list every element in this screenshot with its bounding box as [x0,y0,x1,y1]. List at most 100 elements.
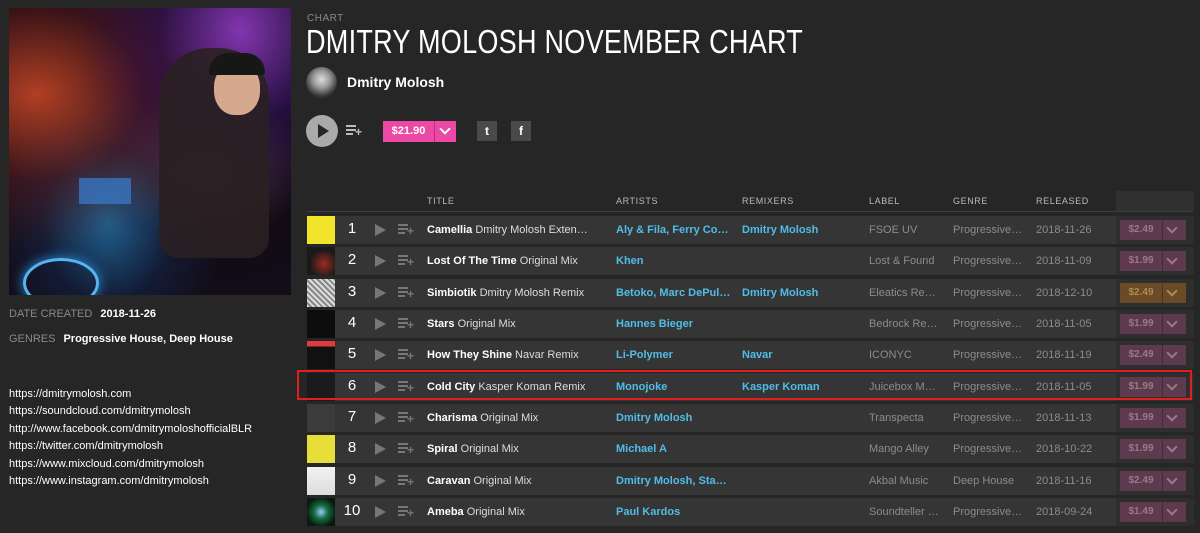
track-artwork[interactable] [307,310,335,338]
track-label[interactable]: Mango Alley [869,443,941,455]
chevron-down-icon[interactable] [1162,283,1186,303]
track-artists[interactable]: Dmitry Molosh, Sta… [616,475,731,487]
track-artwork[interactable] [307,247,335,275]
buy-track-button[interactable]: $1.99 [1120,251,1186,271]
track-genre[interactable]: Progressive … [953,287,1025,299]
link-mixcloud[interactable]: https://www.mixcloud.com/dmitrymolosh [9,456,252,473]
track-title-link[interactable]: Charisma Original Mix [427,412,612,424]
track-artists[interactable]: Betoko, Marc DePulse [616,287,731,299]
track-row[interactable]: 1 + Camellia Dmitry Molosh Exten… Aly & Fil… [307,216,1194,244]
play-icon[interactable] [375,287,386,299]
play-icon[interactable] [375,475,386,487]
track-title[interactable]: Stars [427,318,455,330]
track-label[interactable]: Eleatics Rec… [869,287,941,299]
add-to-queue-icon[interactable]: + [398,224,414,237]
add-to-queue-icon[interactable]: + [398,318,414,331]
track-title-link[interactable]: Caravan Original Mix [427,475,612,487]
track-title[interactable]: Cold City [427,381,475,393]
chevron-down-icon[interactable] [434,121,456,142]
track-label[interactable]: Transpecta [869,412,941,424]
buy-track-button[interactable]: $1.99 [1120,377,1186,397]
track-row[interactable]: 9 + Caravan Original Mix Dmitry Molosh, Sta… [307,467,1194,495]
facebook-icon[interactable]: f [511,121,531,141]
track-title-link[interactable]: Lost Of The Time Original Mix [427,255,612,267]
track-row[interactable]: 8 + Spiral Original Mix Michael A Mango Alle… [307,435,1194,463]
track-row[interactable]: 5 + How They Shine Navar Remix Li-Polymer Na… [307,341,1194,369]
col-label[interactable]: LABEL [869,196,900,206]
track-label[interactable]: ICONYC [869,349,941,361]
track-title-link[interactable]: Stars Original Mix [427,318,612,330]
buy-track-button[interactable]: $1.99 [1120,439,1186,459]
track-artists[interactable]: Michael A [616,443,731,455]
track-label[interactable]: Akbal Music [869,475,941,487]
play-icon[interactable] [375,412,386,424]
add-to-queue-icon[interactable]: + [398,381,414,394]
track-title[interactable]: Lost Of The Time [427,255,517,267]
track-genre[interactable]: Progressive … [953,255,1025,267]
track-genre[interactable]: Progressive … [953,443,1025,455]
track-row[interactable]: 10 + Ameba Original Mix Paul Kardos Soundtel… [307,498,1194,526]
track-label[interactable]: FSOE UV [869,224,941,236]
track-genre[interactable]: Progressive … [953,412,1025,424]
track-title-link[interactable]: How They Shine Navar Remix [427,349,612,361]
track-row[interactable]: 2 + Lost Of The Time Original Mix Khen Lost … [307,247,1194,275]
link-instagram[interactable]: https://www.instagram.com/dmitrymolosh [9,473,252,490]
play-icon[interactable] [375,381,386,393]
link-soundcloud[interactable]: https://soundcloud.com/dmitrymolosh [9,403,252,420]
track-artwork[interactable] [307,373,335,401]
play-icon[interactable] [375,255,386,267]
track-artwork[interactable] [307,341,335,369]
track-remixers[interactable]: Dmitry Molosh [742,224,857,236]
track-artwork[interactable] [307,467,335,495]
track-title-link[interactable]: Cold City Kasper Koman Remix [427,381,612,393]
track-row[interactable]: 4 + Stars Original Mix Hannes Bieger Bedrock… [307,310,1194,338]
play-icon[interactable] [375,224,386,236]
track-title-link[interactable]: Spiral Original Mix [427,443,612,455]
track-label[interactable]: Lost & Found [869,255,941,267]
chevron-down-icon[interactable] [1162,345,1186,365]
track-row[interactable]: 6 + Cold City Kasper Koman Remix Monojoke Ka… [307,373,1194,401]
buy-track-button[interactable]: $1.99 [1120,314,1186,334]
buy-chart-button[interactable]: $21.90 [383,121,456,142]
col-remixers[interactable]: REMIXERS [742,196,794,206]
track-label[interactable]: Juicebox M… [869,381,941,393]
col-title[interactable]: TITLE [427,196,455,206]
artist-name-link[interactable]: Dmitry Molosh [347,74,444,90]
track-label[interactable]: Soundteller … [869,506,941,518]
track-artwork[interactable] [307,279,335,307]
track-title[interactable]: Camellia [427,224,472,236]
twitter-icon[interactable]: t [477,121,497,141]
track-artists[interactable]: Hannes Bieger [616,318,731,330]
track-title[interactable]: How They Shine [427,349,512,361]
track-row[interactable]: 3 + Simbiotik Dmitry Molosh Remix Betoko, M… [307,279,1194,307]
track-title[interactable]: Simbiotik [427,287,477,299]
add-to-queue-icon[interactable]: + [398,255,414,268]
link-website[interactable]: https://dmitrymolosh.com [9,386,252,403]
track-genre[interactable]: Progressive … [953,224,1025,236]
col-genre[interactable]: GENRE [953,196,988,206]
track-artwork[interactable] [307,498,335,526]
track-remixers[interactable]: Dmitry Molosh [742,287,857,299]
track-title-link[interactable]: Ameba Original Mix [427,506,612,518]
buy-track-button[interactable]: $2.49 [1120,345,1186,365]
track-artists[interactable]: Aly & Fila, Ferry Co… [616,224,731,236]
add-to-queue-icon[interactable]: + [398,349,414,362]
track-row[interactable]: 7 + Charisma Original Mix Dmitry Molosh Tran… [307,404,1194,432]
track-artists[interactable]: Monojoke [616,381,731,393]
chevron-down-icon[interactable] [1162,220,1186,240]
track-artwork[interactable] [307,404,335,432]
genres-value[interactable]: Progressive House, Deep House [63,333,232,345]
buy-track-button[interactable]: $1.49 [1120,502,1186,522]
track-remixers[interactable]: Kasper Koman [742,381,857,393]
track-remixers[interactable]: Navar [742,349,857,361]
track-genre[interactable]: Deep House [953,475,1025,487]
add-to-queue-icon[interactable]: + [346,125,362,138]
track-artists[interactable]: Dmitry Molosh [616,412,731,424]
track-genre[interactable]: Progressive … [953,381,1025,393]
chevron-down-icon[interactable] [1162,502,1186,522]
add-to-queue-icon[interactable]: + [398,475,414,488]
chevron-down-icon[interactable] [1162,251,1186,271]
play-all-button[interactable] [306,115,338,147]
buy-track-button[interactable]: $2.49 [1120,220,1186,240]
track-artists[interactable]: Khen [616,255,731,267]
